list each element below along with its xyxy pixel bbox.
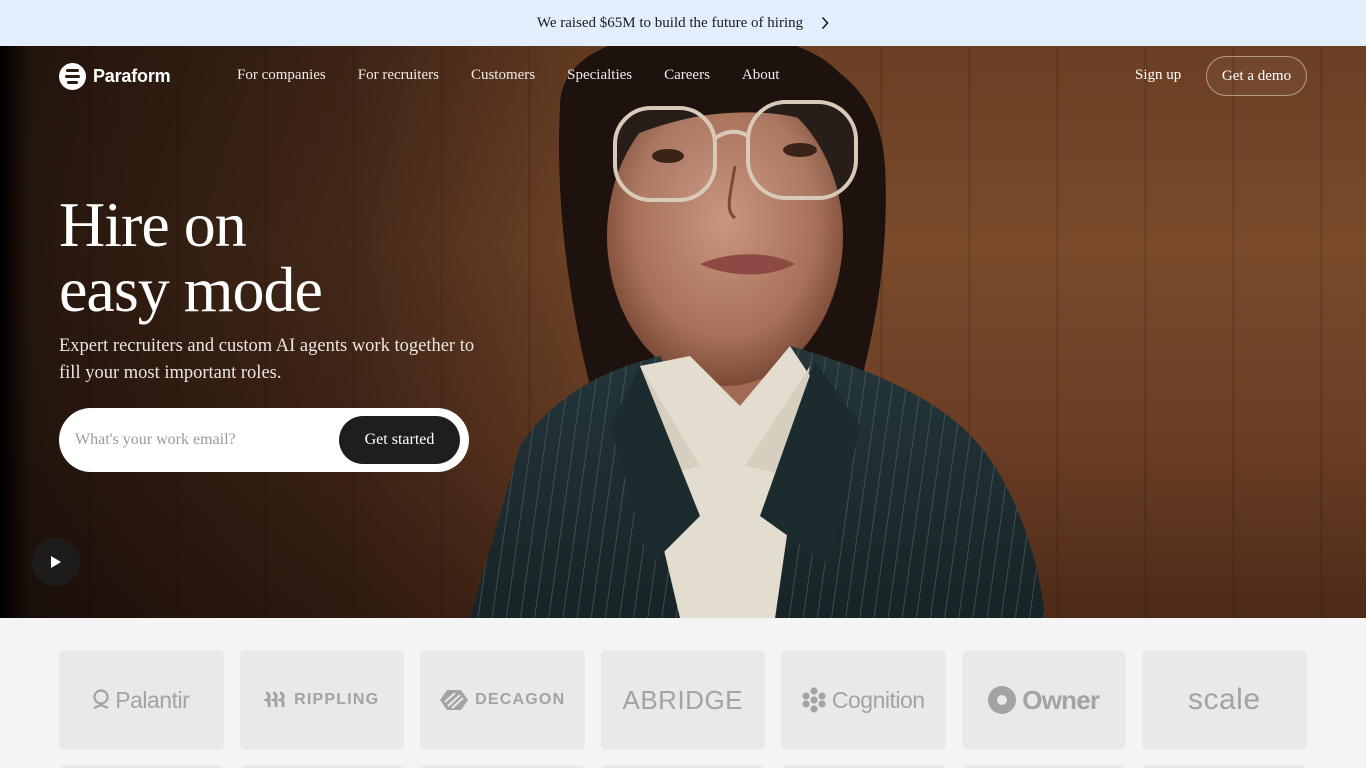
sign-up-link[interactable]: Sign up [1135, 67, 1181, 84]
announcement-bar[interactable]: We raised $65M to build the future of hi… [0, 0, 1366, 46]
customer-name: RIPPLING [294, 691, 380, 708]
owner-icon [988, 686, 1017, 714]
paraform-logo-icon [59, 62, 86, 90]
play-icon [51, 556, 61, 568]
nav-link-customers[interactable]: Customers [471, 67, 535, 84]
work-email-input[interactable] [75, 426, 325, 454]
customer-logo-palantir: Palantir [59, 650, 224, 750]
hero-background [0, 46, 1366, 618]
announcement-text: We raised $65M to build the future of hi… [536, 14, 804, 31]
top-nav: Paraform For companies For recruiters Cu… [0, 46, 1366, 106]
customer-name: ABRIDGE [622, 684, 744, 715]
hero-photo [470, 46, 1045, 618]
get-started-button[interactable]: Get started [339, 416, 460, 464]
hero-subtitle: Expert recruiters and custom AI agents w… [59, 336, 475, 383]
nav-link-specialties[interactable]: Specialties [567, 67, 632, 84]
nav-link-for-companies[interactable]: For companies [237, 67, 326, 84]
customer-name: scale [1187, 683, 1261, 716]
customer-name: DECAGON [475, 691, 566, 708]
rippling-icon [264, 691, 285, 708]
customer-name: Cognition [831, 686, 925, 713]
customer-name: Palantir [115, 686, 190, 713]
headline-line-1: Hire on [59, 189, 247, 260]
hero-headline: Hire on easy mode [59, 189, 323, 325]
email-signup-form: Get started [59, 408, 469, 472]
chevron-right-icon [822, 17, 829, 29]
nav-link-for-recruiters[interactable]: For recruiters [358, 67, 439, 84]
palantir-icon [93, 689, 109, 710]
decagon-icon [440, 690, 469, 710]
brand-name: Paraform [93, 65, 171, 86]
cognition-icon [802, 687, 826, 713]
customer-logos: Palantir RIPPLING DECAGON ABRIDGE Cognit… [59, 650, 1307, 750]
customer-name: Owner [1022, 684, 1100, 715]
nav-link-about[interactable]: About [742, 67, 780, 84]
headline-line-2: easy mode [59, 254, 323, 325]
nav-link-careers[interactable]: Careers [664, 67, 710, 84]
customer-logo-decagon: DECAGON [420, 650, 585, 750]
customer-logo-scale: scale [1142, 650, 1307, 750]
customer-logo-abridge: ABRIDGE [600, 650, 765, 750]
nav-links: For companies For recruiters Customers S… [237, 67, 779, 84]
brand-logo[interactable]: Paraform [59, 62, 171, 90]
get-demo-button[interactable]: Get a demo [1206, 56, 1307, 96]
customer-logo-owner: Owner [961, 650, 1126, 750]
customer-logo-rippling: RIPPLING [239, 650, 404, 750]
video-play-button[interactable] [32, 538, 80, 586]
customer-logo-cognition: Cognition [781, 650, 946, 750]
